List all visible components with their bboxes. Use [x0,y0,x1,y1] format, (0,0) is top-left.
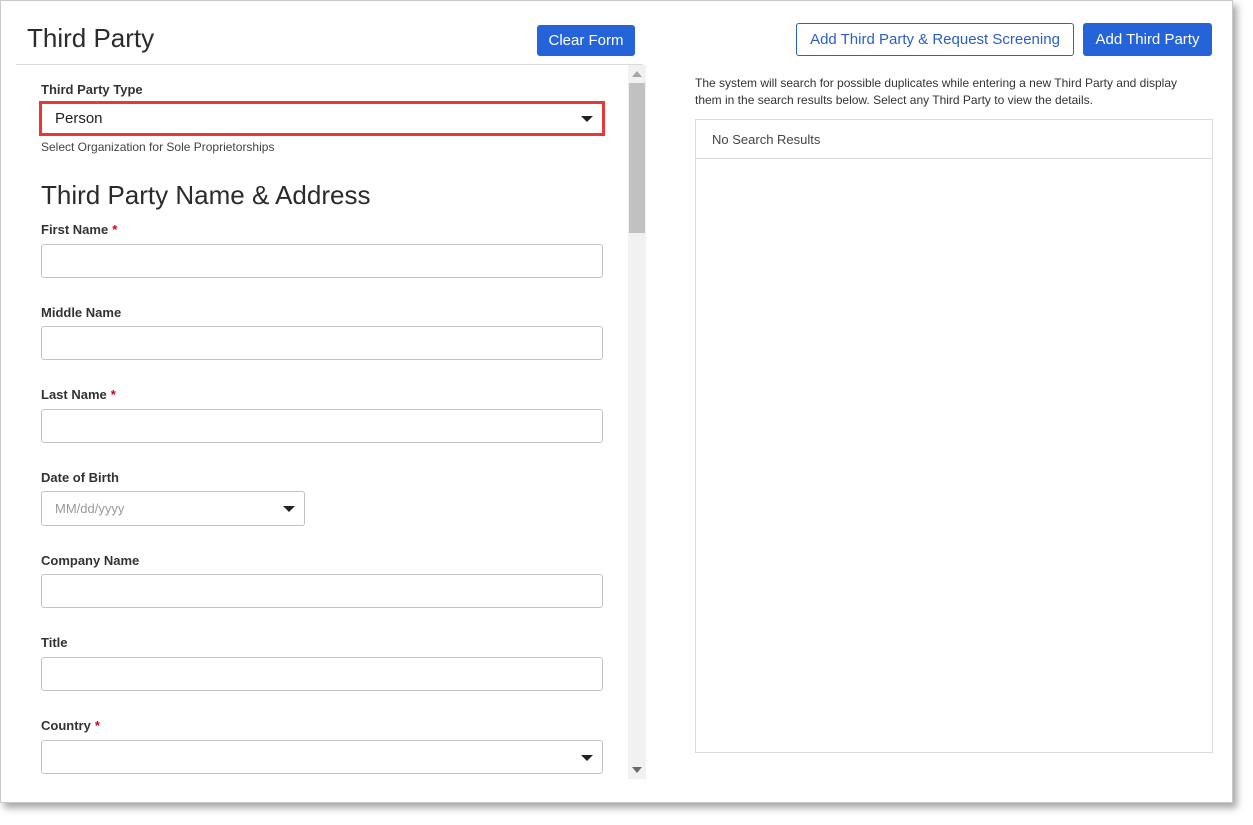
arrow-up-icon[interactable] [632,71,642,77]
clear-form-button[interactable]: Clear Form [537,25,635,56]
duplicate-search-info: The system will search for possible dupl… [695,76,1178,107]
third-party-type-label: Third Party Type [41,82,143,97]
third-party-window: Third Party Clear Form Add Third Party &… [0,0,1233,803]
scrollbar-thumb[interactable] [629,83,645,233]
required-asterisk: * [110,387,116,402]
first-name-input[interactable] [41,244,603,278]
third-party-type-select[interactable]: Person [39,101,605,136]
title-input[interactable] [41,657,603,691]
date-of-birth-picker[interactable]: MM/dd/yyyy [41,491,305,526]
date-of-birth-label: Date of Birth [41,470,119,485]
country-select[interactable] [41,740,603,774]
last-name-label-text: Last Name [41,387,107,402]
required-asterisk: * [94,718,100,733]
caret-down-icon [581,755,593,761]
arrow-down-icon[interactable] [632,767,642,773]
last-name-input[interactable] [41,409,603,443]
search-results-panel: No Search Results [695,119,1213,753]
form-scrollbar[interactable] [628,65,646,779]
caret-down-icon [581,116,593,122]
company-name-label: Company Name [41,553,140,568]
title-label: Title [41,635,68,650]
middle-name-input[interactable] [41,326,603,360]
caret-down-icon[interactable] [283,506,295,512]
form-pane: Third Party Type Person Select Organizat… [16,65,628,779]
first-name-label-text: First Name [41,222,109,237]
third-party-type-helper: Select Organization for Sole Proprietors… [41,140,275,154]
third-party-type-value: Person [55,110,103,127]
search-results-empty: No Search Results [696,120,1212,159]
country-label-text: Country [41,718,91,733]
last-name-label: Last Name * [41,387,116,402]
add-third-party-button[interactable]: Add Third Party [1083,23,1212,56]
required-asterisk: * [112,222,118,237]
company-name-input[interactable] [41,574,603,608]
first-name-label: First Name * [41,222,117,237]
section-title: Third Party Name & Address [41,180,371,210]
page-title: Third Party [27,23,155,53]
middle-name-label: Middle Name [41,305,122,320]
country-label: Country * [41,718,100,733]
date-of-birth-placeholder: MM/dd/yyyy [55,501,125,516]
add-and-request-screening-button[interactable]: Add Third Party & Request Screening [796,23,1074,56]
